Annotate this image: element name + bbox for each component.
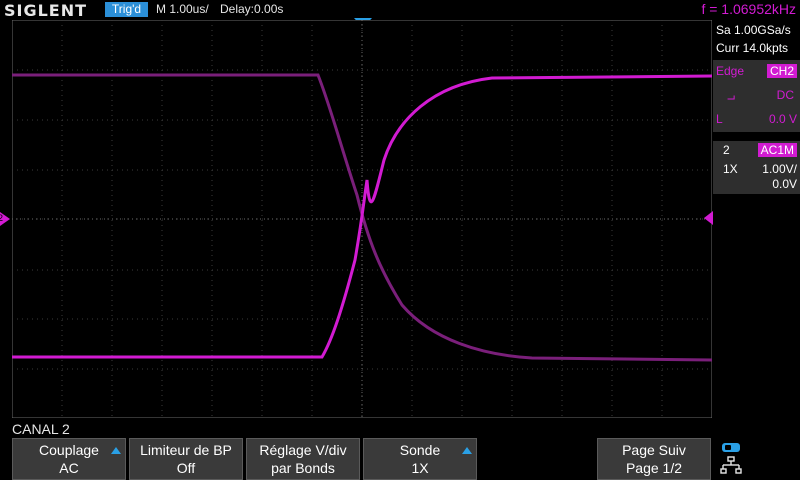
channel-coupling-badge: AC1M [757, 143, 797, 157]
trigger-level-label: L [716, 112, 723, 126]
rising-edge-icon: ⨼ [727, 87, 736, 103]
probe-menu-button[interactable]: Sonde 1X [363, 438, 477, 480]
channel-2-offset-marker-icon[interactable]: 2 [0, 212, 10, 226]
knob-adjust-icon [111, 447, 121, 454]
brand-logo: SIGLENT [4, 1, 88, 20]
channel-info-panel[interactable]: 2 AC1M 1X 1.00V/ 0.0V [713, 141, 800, 194]
channel-number: 2 [723, 143, 730, 157]
coupling-menu-button[interactable]: Couplage AC [12, 438, 126, 480]
trigger-source-badge: CH2 [766, 64, 797, 78]
trigger-info-panel[interactable]: Edge CH2 ⨼ DC L 0.0 V [713, 60, 800, 132]
bandwidth-limit-menu-button[interactable]: Limiteur de BP Off [129, 438, 243, 480]
channel-offset: 0.0V [772, 177, 797, 191]
volts-per-div: 1.00V/ [762, 162, 797, 176]
menu-title: CANAL 2 [12, 421, 70, 437]
status-bar: SIGLENT Trig'd M 1.00us/ Delay:0.00s f =… [0, 0, 800, 20]
vdiv-adjust-menu-button[interactable]: Réglage V/div par Bonds [246, 438, 360, 480]
trigger-coupling: DC [776, 88, 794, 102]
trigger-status-badge: Trig'd [105, 2, 148, 17]
trigger-level-marker-icon[interactable] [704, 211, 713, 225]
timebase-readout: M 1.00us/ [156, 2, 209, 16]
sample-rate-readout: Sa 1.00GSa/s [716, 23, 791, 37]
frequency-readout: f = 1.06952kHz [701, 1, 796, 17]
memory-depth-readout: Curr 14.0kpts [716, 41, 789, 55]
trigger-type-label: Edge [716, 64, 745, 78]
usb-network-status-icon [720, 443, 742, 474]
waveform-display [12, 20, 712, 418]
next-page-menu-button[interactable]: Page Suiv Page 1/2 [597, 438, 711, 480]
probe-ratio: 1X [723, 162, 738, 176]
knob-adjust-icon [462, 447, 472, 454]
delay-readout: Delay:0.00s [220, 2, 284, 16]
trigger-level-value: 0.0 V [768, 112, 797, 126]
